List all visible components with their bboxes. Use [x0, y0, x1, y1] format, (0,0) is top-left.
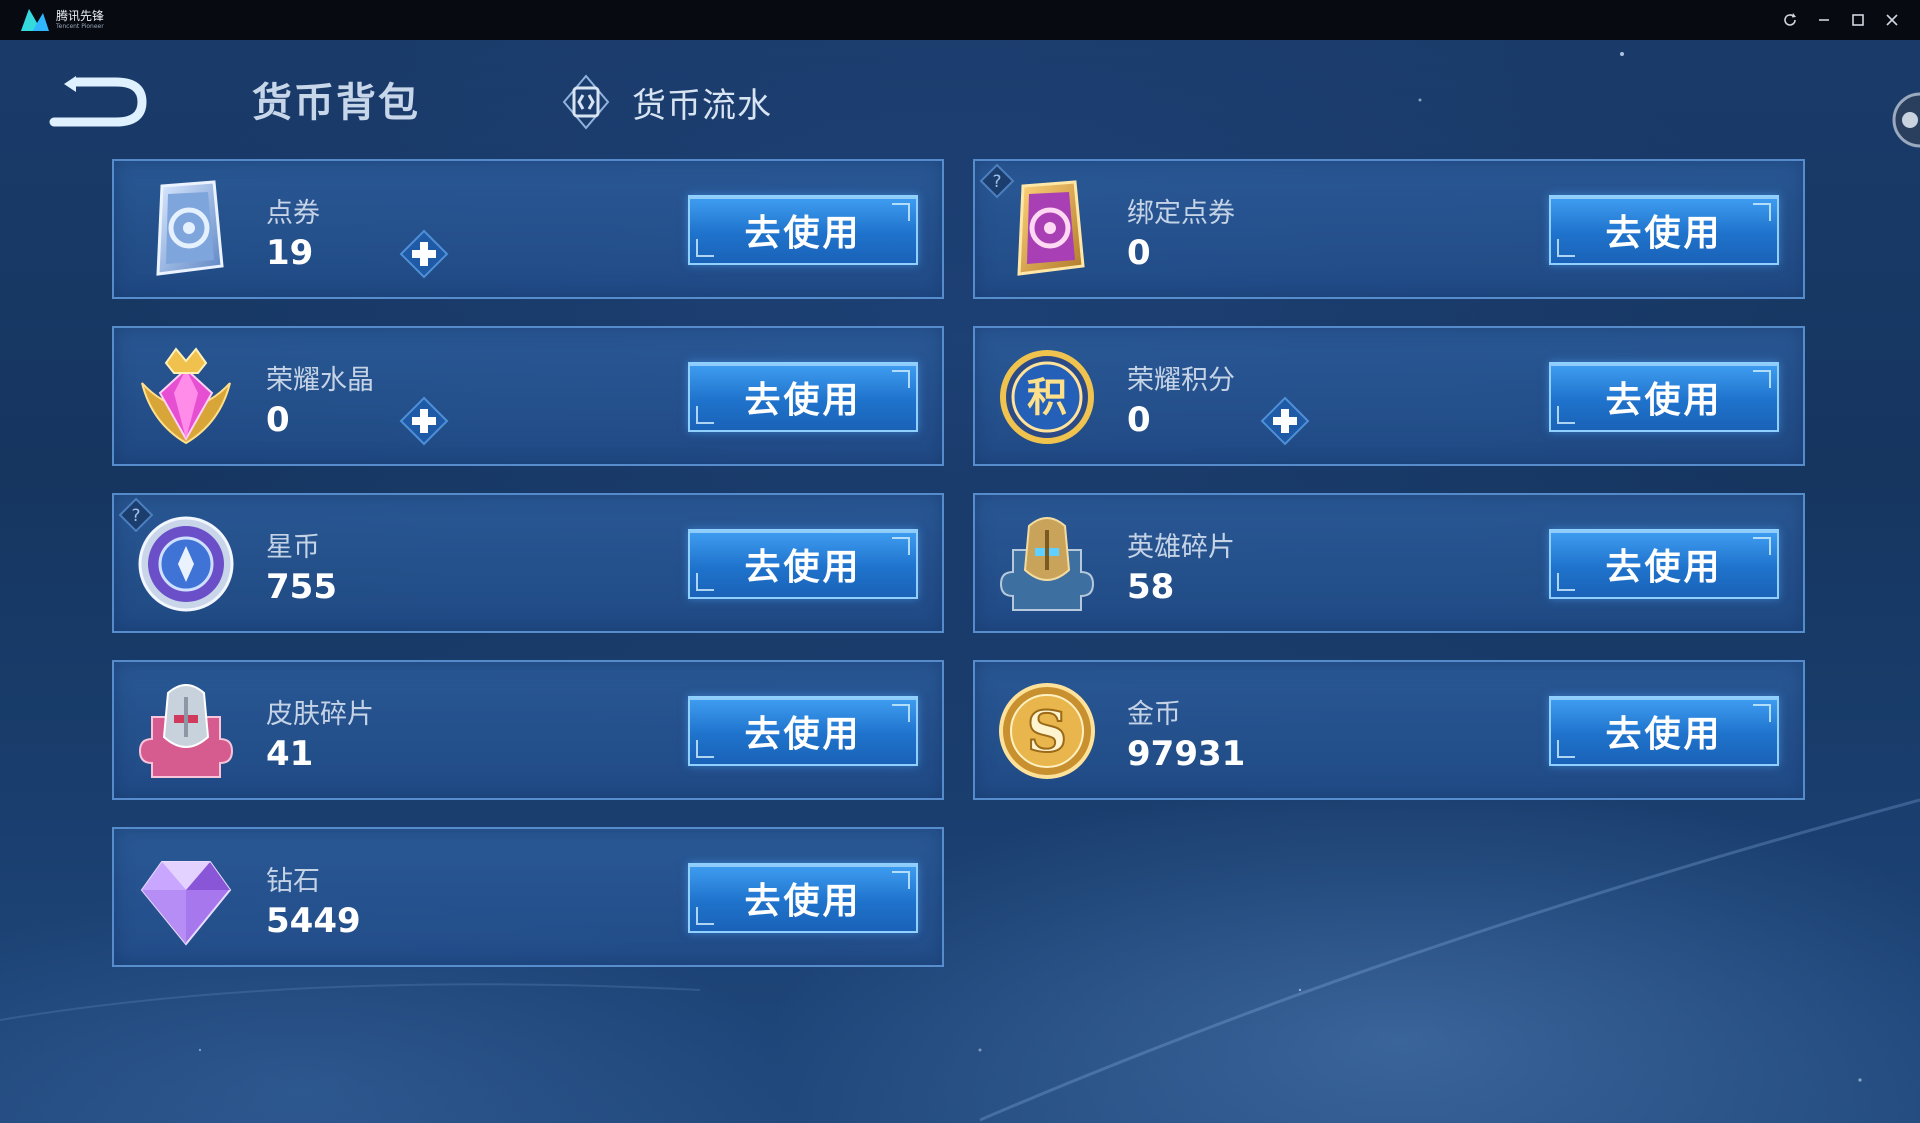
currency-name: 荣耀水晶 [266, 365, 374, 396]
use-button[interactable]: 去使用 [688, 195, 918, 265]
back-button[interactable] [46, 72, 150, 130]
bound-voucher-card-icon [993, 176, 1101, 284]
currency-value: 41 [266, 734, 314, 774]
currency-card-diamond: 钻石 5449 去使用 [112, 827, 944, 967]
glory-crystal-icon [132, 343, 240, 451]
currency-card-hero-fragment: 英雄碎片 58 去使用 [973, 493, 1805, 633]
add-plus-button[interactable] [399, 396, 449, 446]
use-button[interactable]: 去使用 [688, 529, 918, 599]
currency-card-skin-fragment: 皮肤碎片 41 去使用 [112, 660, 944, 800]
use-button[interactable]: 去使用 [688, 362, 918, 432]
emulator-logo-icon [18, 6, 52, 34]
svg-text:积: 积 [1027, 375, 1067, 421]
currency-name: 钻石 [266, 866, 320, 897]
emulator-subname: Tencent Pioneer [56, 23, 104, 30]
currency-card-bound-voucher: ? 绑定点券 0 去使用 [973, 159, 1805, 299]
star-coin-icon [132, 510, 240, 618]
currency-name: 点券 [266, 198, 320, 229]
minimize-icon[interactable] [1814, 10, 1834, 30]
use-button[interactable]: 去使用 [1549, 696, 1779, 766]
side-menu-handle[interactable] [1884, 92, 1920, 148]
currency-name: 绑定点券 [1127, 198, 1235, 229]
currency-name: 英雄碎片 [1127, 532, 1235, 563]
game-screen: 货币背包 货币流水 点券 19 去使用 ? 绑定点券 0 去使用 荣耀水晶 0 … [0, 40, 1920, 1123]
hero-fragment-icon [993, 510, 1101, 618]
currency-name: 皮肤碎片 [266, 699, 374, 730]
currency-card-voucher: 点券 19 去使用 [112, 159, 944, 299]
use-button[interactable]: 去使用 [1549, 195, 1779, 265]
currency-card-gold-coin: S 金币 97931 去使用 [973, 660, 1805, 800]
plus-icon [1260, 396, 1310, 446]
close-icon[interactable] [1882, 10, 1902, 30]
gold-coin-icon: S [993, 677, 1101, 785]
currency-value: 5449 [266, 901, 361, 941]
currency-flow-label: 货币流水 [632, 85, 772, 126]
back-arrow-icon [49, 76, 147, 127]
plus-icon [399, 229, 449, 279]
currency-card-glory-points: 积 荣耀积分 0 去使用 [973, 326, 1805, 466]
currency-name: 金币 [1127, 699, 1181, 730]
currency-value: 755 [266, 567, 337, 607]
skin-fragment-icon [132, 677, 240, 785]
maximize-icon[interactable] [1848, 10, 1868, 30]
use-button[interactable]: 去使用 [688, 696, 918, 766]
currency-value: 0 [266, 400, 290, 440]
currency-value: 97931 [1127, 734, 1246, 774]
currency-value: 0 [1127, 400, 1151, 440]
currency-flow-tab[interactable]: 货币流水 [560, 74, 772, 130]
page-title: 货币背包 [252, 80, 420, 126]
emulator-titlebar: 腾讯先锋 Tencent Pioneer [0, 0, 1920, 40]
window-controls [1780, 0, 1902, 40]
emulator-name: 腾讯先锋 [56, 9, 105, 23]
currency-value: 58 [1127, 567, 1175, 607]
use-button[interactable]: 去使用 [1549, 529, 1779, 599]
use-button[interactable]: 去使用 [688, 863, 918, 933]
voucher-card-icon [132, 176, 240, 284]
currency-name: 星币 [266, 532, 320, 563]
refresh-icon[interactable] [1780, 10, 1800, 30]
currency-name: 荣耀积分 [1127, 365, 1235, 396]
svg-text:S: S [1027, 699, 1067, 765]
use-button[interactable]: 去使用 [1549, 362, 1779, 432]
currency-card-glory-crystal: 荣耀水晶 0 去使用 [112, 326, 944, 466]
app-window: 腾讯先锋 Tencent Pioneer 货币背包 货币流水 点券 19 去使用… [0, 0, 1920, 1123]
plus-icon [399, 396, 449, 446]
add-plus-button[interactable] [1260, 396, 1310, 446]
currency-flow-icon [562, 74, 610, 130]
add-plus-button[interactable] [399, 229, 449, 279]
currency-value: 0 [1127, 233, 1151, 273]
glory-points-coin-icon: 积 [993, 343, 1101, 451]
diamond-icon [132, 844, 240, 952]
currency-card-star-coin: ? 星币 755 去使用 [112, 493, 944, 633]
currency-value: 19 [266, 233, 314, 273]
